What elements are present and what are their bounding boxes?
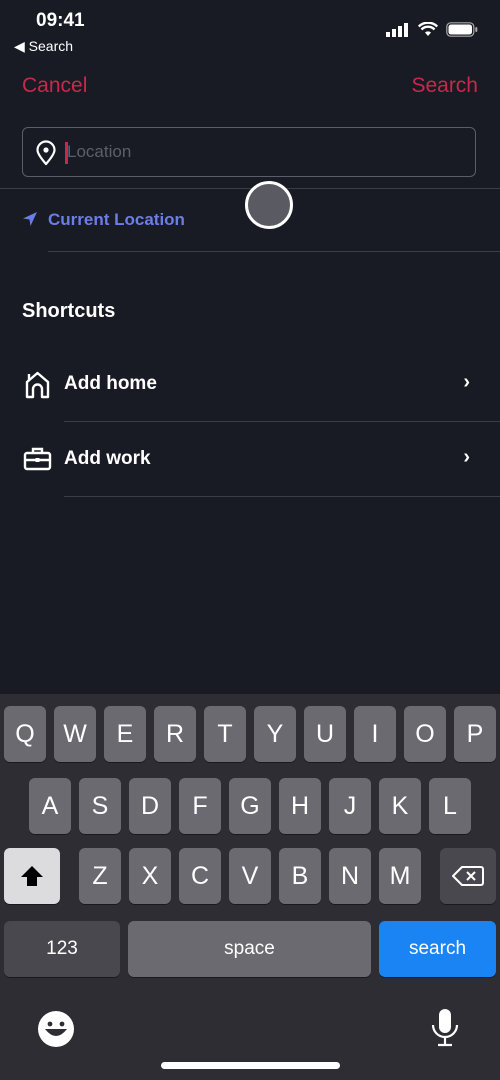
location-input[interactable]: Location <box>22 127 476 177</box>
key-u[interactable]: U <box>304 706 346 762</box>
key-w[interactable]: W <box>54 706 96 762</box>
shift-key[interactable] <box>4 848 60 904</box>
briefcase-icon <box>23 447 52 471</box>
shortcut-add-work[interactable]: Add work › <box>0 435 500 485</box>
shortcut-add-home[interactable]: Add home › <box>0 360 500 410</box>
delete-key[interactable] <box>440 848 496 904</box>
keyboard-search-key[interactable]: search <box>379 921 496 977</box>
chevron-right-icon: › <box>463 371 470 393</box>
touch-indicator <box>245 181 293 229</box>
key-o[interactable]: O <box>404 706 446 762</box>
shortcut-label: Add home <box>64 373 157 394</box>
key-j[interactable]: J <box>329 778 371 834</box>
battery-icon <box>446 22 478 37</box>
chevron-right-icon: › <box>463 446 470 468</box>
key-e[interactable]: E <box>104 706 146 762</box>
home-icon <box>25 371 50 399</box>
key-b[interactable]: B <box>279 848 321 904</box>
location-pin-icon <box>36 140 56 166</box>
key-r[interactable]: R <box>154 706 196 762</box>
shortcut-label: Add work <box>64 448 151 469</box>
key-c[interactable]: C <box>179 848 221 904</box>
status-icons <box>386 22 478 37</box>
keyboard: QWERTYUIOP ASDFGHJKL ZXCVBNM 123 space s… <box>0 694 500 1080</box>
key-s[interactable]: S <box>79 778 121 834</box>
location-arrow-icon <box>23 212 37 226</box>
divider <box>48 251 500 252</box>
key-p[interactable]: P <box>454 706 496 762</box>
key-q[interactable]: Q <box>4 706 46 762</box>
key-h[interactable]: H <box>279 778 321 834</box>
shift-icon <box>21 866 43 886</box>
key-m[interactable]: M <box>379 848 421 904</box>
emoji-icon[interactable] <box>37 1010 75 1048</box>
divider <box>64 421 500 422</box>
key-k[interactable]: K <box>379 778 421 834</box>
location-placeholder: Location <box>67 142 132 161</box>
microphone-icon[interactable] <box>431 1008 459 1048</box>
key-f[interactable]: F <box>179 778 221 834</box>
backspace-icon <box>452 866 484 886</box>
key-i[interactable]: I <box>354 706 396 762</box>
search-button[interactable]: Search <box>411 74 478 98</box>
key-y[interactable]: Y <box>254 706 296 762</box>
status-time: 09:41 <box>36 10 85 31</box>
current-location-button[interactable]: Current Location <box>48 210 185 230</box>
key-n[interactable]: N <box>329 848 371 904</box>
key-x[interactable]: X <box>129 848 171 904</box>
cancel-button[interactable]: Cancel <box>22 74 87 98</box>
key-g[interactable]: G <box>229 778 271 834</box>
back-to-app-link[interactable]: ◀ Search <box>14 38 73 55</box>
wifi-icon <box>418 22 438 36</box>
numbers-key[interactable]: 123 <box>4 921 120 977</box>
key-a[interactable]: A <box>29 778 71 834</box>
key-d[interactable]: D <box>129 778 171 834</box>
key-l[interactable]: L <box>429 778 471 834</box>
signal-icon <box>386 22 408 37</box>
key-z[interactable]: Z <box>79 848 121 904</box>
shortcuts-heading: Shortcuts <box>22 300 116 322</box>
divider <box>64 496 500 497</box>
key-v[interactable]: V <box>229 848 271 904</box>
space-key[interactable]: space <box>128 921 371 977</box>
home-indicator[interactable] <box>161 1062 340 1069</box>
key-t[interactable]: T <box>204 706 246 762</box>
